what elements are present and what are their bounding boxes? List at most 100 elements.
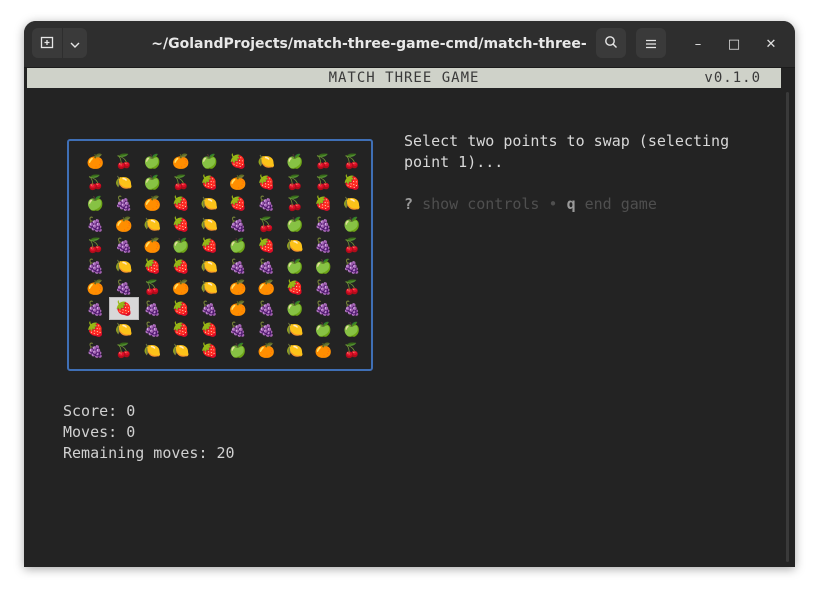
board-cell-strawberry[interactable]: 🍓 — [81, 319, 110, 340]
board-cell-strawberry[interactable]: 🍓 — [338, 172, 367, 193]
menu-button[interactable] — [636, 28, 666, 58]
board-cell-orange[interactable]: 🍊 — [252, 277, 281, 298]
board-cell-grape[interactable]: 🍇 — [252, 319, 281, 340]
board-cell-grape[interactable]: 🍇 — [195, 298, 224, 319]
board-cell-strawberry[interactable]: 🍓 — [195, 172, 224, 193]
board-cell-apple[interactable]: 🍏 — [138, 151, 167, 172]
board-cell-cherry[interactable]: 🍒 — [110, 340, 139, 361]
board-cell-apple[interactable]: 🍏 — [338, 319, 367, 340]
board-cell-grape[interactable]: 🍇 — [252, 193, 281, 214]
board-cell-grape[interactable]: 🍇 — [252, 298, 281, 319]
board-cell-cherry[interactable]: 🍒 — [252, 214, 281, 235]
board-cell-grape[interactable]: 🍇 — [224, 214, 253, 235]
board-cell-grape[interactable]: 🍇 — [338, 256, 367, 277]
board-cell-cherry[interactable]: 🍒 — [81, 235, 110, 256]
board-cell-apple[interactable]: 🍏 — [195, 151, 224, 172]
board-cell-cherry[interactable]: 🍒 — [338, 340, 367, 361]
board-cell-lemon[interactable]: 🍋 — [281, 319, 310, 340]
board-cell-cherry[interactable]: 🍒 — [281, 172, 310, 193]
board-cell-grape[interactable]: 🍇 — [81, 340, 110, 361]
board-cell-grape[interactable]: 🍇 — [309, 235, 338, 256]
board-cell-orange[interactable]: 🍊 — [167, 277, 196, 298]
board-cell-lemon[interactable]: 🍋 — [195, 256, 224, 277]
board-cell-strawberry[interactable]: 🍓 — [281, 277, 310, 298]
search-button[interactable] — [596, 28, 626, 58]
board-cell-orange[interactable]: 🍊 — [138, 235, 167, 256]
board-cell-strawberry[interactable]: 🍓 — [195, 319, 224, 340]
close-button[interactable]: ✕ — [760, 33, 782, 55]
board-cell-cherry[interactable]: 🍒 — [167, 172, 196, 193]
board-cell-cherry[interactable]: 🍒 — [338, 235, 367, 256]
board-cell-orange[interactable]: 🍊 — [110, 214, 139, 235]
board-cell-grape[interactable]: 🍇 — [309, 298, 338, 319]
board-cell-strawberry[interactable]: 🍓 — [309, 193, 338, 214]
board-cell-apple[interactable]: 🍏 — [281, 256, 310, 277]
scrollbar[interactable] — [786, 92, 789, 562]
board-cell-strawberry[interactable]: 🍓 — [252, 172, 281, 193]
board-cell-orange[interactable]: 🍊 — [81, 277, 110, 298]
new-tab-button[interactable] — [32, 28, 62, 58]
board-cell-lemon[interactable]: 🍋 — [281, 235, 310, 256]
board-cell-lemon[interactable]: 🍋 — [338, 193, 367, 214]
board-cell-apple[interactable]: 🍏 — [309, 319, 338, 340]
board-cell-lemon[interactable]: 🍋 — [110, 172, 139, 193]
board-cell-lemon[interactable]: 🍋 — [195, 193, 224, 214]
board-cell-orange[interactable]: 🍊 — [309, 340, 338, 361]
board-cell-grape[interactable]: 🍇 — [224, 256, 253, 277]
board-cell-apple[interactable]: 🍏 — [281, 151, 310, 172]
board-cell-orange[interactable]: 🍊 — [224, 298, 253, 319]
board-cell-apple[interactable]: 🍏 — [167, 235, 196, 256]
board-cell-apple[interactable]: 🍏 — [309, 256, 338, 277]
board-cell-grape[interactable]: 🍇 — [224, 319, 253, 340]
board-cell-grape[interactable]: 🍇 — [81, 214, 110, 235]
board-cell-grape[interactable]: 🍇 — [309, 214, 338, 235]
terminal-area[interactable]: MATCH THREE GAME v0.1.0 🍊 🍒 🍏 🍊 🍏 🍓 🍋 🍏 🍒 🍒 🍒 🍋 🍏 🍒 🍓 🍊… — [24, 68, 795, 567]
board-cell-lemon[interactable]: 🍋 — [138, 214, 167, 235]
board-cell-cherry[interactable]: 🍒 — [281, 193, 310, 214]
board-cell-strawberry[interactable]: 🍓 — [195, 235, 224, 256]
board-cell-apple[interactable]: 🍏 — [81, 193, 110, 214]
board-cell-strawberry[interactable]: 🍓 — [138, 256, 167, 277]
tab-dropdown-button[interactable] — [63, 28, 87, 58]
board-cell-lemon[interactable]: 🍋 — [252, 151, 281, 172]
board-cell-grape[interactable]: 🍇 — [110, 277, 139, 298]
board-cell-strawberry[interactable]: 🍓 — [252, 235, 281, 256]
board-cell-lemon[interactable]: 🍋 — [281, 340, 310, 361]
board-cell-strawberry[interactable]: 🍓 — [167, 256, 196, 277]
board-cell-grape[interactable]: 🍇 — [138, 298, 167, 319]
board-cell-lemon[interactable]: 🍋 — [195, 214, 224, 235]
board-cell-strawberry[interactable]: 🍓 — [167, 214, 196, 235]
board-cell-orange[interactable]: 🍊 — [224, 277, 253, 298]
board-cell-strawberry[interactable]: 🍓 — [167, 193, 196, 214]
board-cell-lemon[interactable]: 🍋 — [138, 340, 167, 361]
board-cell-grape[interactable]: 🍇 — [81, 256, 110, 277]
board-cell-cherry[interactable]: 🍒 — [309, 172, 338, 193]
board-cell-grape[interactable]: 🍇 — [252, 256, 281, 277]
board-cell-grape[interactable]: 🍇 — [110, 235, 139, 256]
board-cell-lemon[interactable]: 🍋 — [167, 340, 196, 361]
board-cell-apple[interactable]: 🍏 — [224, 340, 253, 361]
board-cell-orange[interactable]: 🍊 — [138, 193, 167, 214]
board-cell-grape[interactable]: 🍇 — [81, 298, 110, 319]
board-cell-lemon[interactable]: 🍋 — [110, 256, 139, 277]
board-cell-strawberry[interactable]: 🍓 — [224, 151, 253, 172]
board-cell-apple[interactable]: 🍏 — [338, 214, 367, 235]
board-cell-lemon[interactable]: 🍋 — [110, 319, 139, 340]
board-cell-cherry[interactable]: 🍒 — [110, 151, 139, 172]
board-cell-strawberry[interactable]: 🍓 — [167, 298, 196, 319]
minimize-button[interactable]: – — [687, 33, 709, 55]
board-cell-grape[interactable]: 🍇 — [138, 319, 167, 340]
board-cell-cherry[interactable]: 🍒 — [338, 151, 367, 172]
board-cell-lemon[interactable]: 🍋 — [195, 277, 224, 298]
board-cell-apple[interactable]: 🍏 — [224, 235, 253, 256]
board-cell-orange[interactable]: 🍊 — [81, 151, 110, 172]
board-cell-orange[interactable]: 🍊 — [167, 151, 196, 172]
board-cell-grape[interactable]: 🍇 — [110, 193, 139, 214]
maximize-button[interactable]: □ — [723, 33, 745, 55]
board-cell-strawberry[interactable]: 🍓 — [224, 193, 253, 214]
board-cell-apple[interactable]: 🍏 — [138, 172, 167, 193]
board-cell-grape[interactable]: 🍇 — [338, 298, 367, 319]
board-cell-strawberry[interactable]: 🍓 — [167, 319, 196, 340]
board-cell-cherry[interactable]: 🍒 — [81, 172, 110, 193]
board-cell-cherry[interactable]: 🍒 — [338, 277, 367, 298]
